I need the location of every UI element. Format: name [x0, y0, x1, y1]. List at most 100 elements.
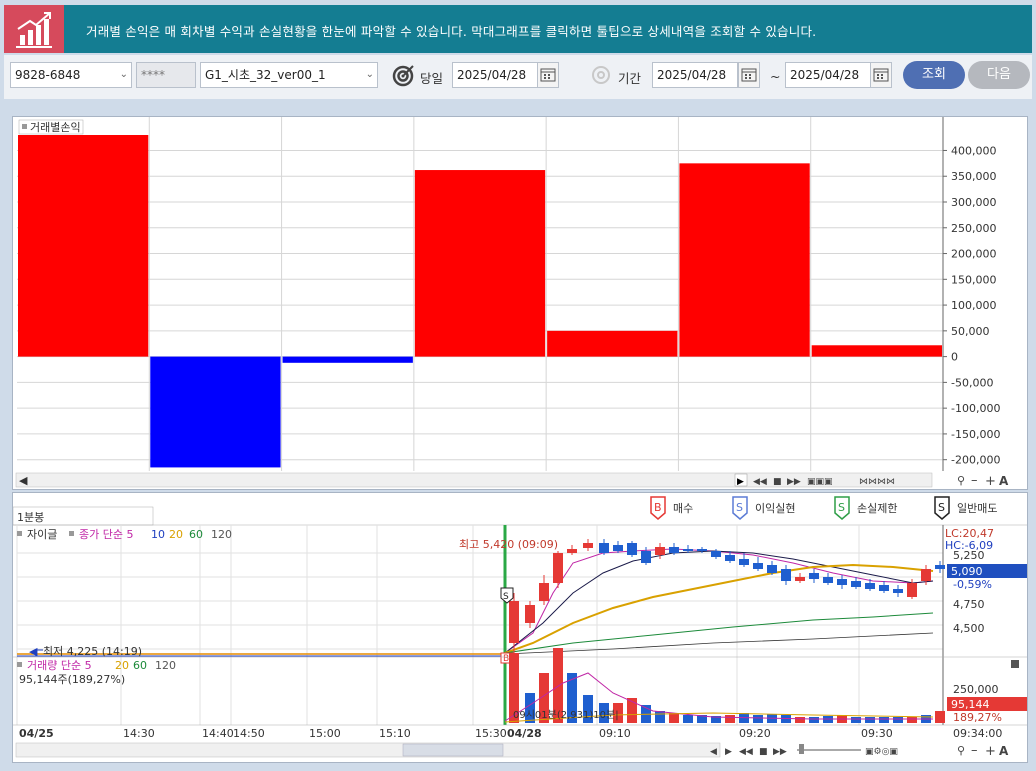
auto-scale-icon[interactable]: A — [999, 474, 1009, 488]
y-tick-label: -50,000 — [951, 376, 993, 389]
period-radio[interactable] — [592, 66, 610, 84]
close-panel-icon[interactable] — [1011, 660, 1019, 668]
auto-scale-icon[interactable]: A — [999, 744, 1009, 758]
search-button[interactable]: 조회 — [903, 61, 965, 89]
candle-body[interactable] — [567, 549, 577, 553]
first-icon[interactable]: ◀◀ — [753, 477, 767, 487]
candle-body[interactable] — [655, 547, 665, 555]
today-radio-target-icon[interactable] — [392, 63, 414, 87]
tool-icon[interactable]: ▣⚙◎▣ — [865, 747, 898, 757]
candle-body[interactable] — [781, 569, 791, 581]
calendar-icon[interactable] — [870, 62, 892, 88]
zoom-out-icon[interactable]: – — [971, 743, 978, 758]
pnl-bar[interactable] — [414, 170, 546, 357]
vol-current: 95,144 — [951, 698, 990, 711]
candle-body[interactable] — [683, 549, 693, 551]
candle-body[interactable] — [837, 579, 847, 585]
pnl-bar[interactable] — [679, 163, 810, 357]
draw-tools-icon[interactable]: ⋈⋈⋈⋈ — [859, 477, 895, 487]
password-field[interactable]: **** — [136, 62, 196, 88]
candle-body[interactable] — [509, 601, 519, 643]
zoom-search-icon[interactable]: ⚲ — [957, 474, 965, 487]
tool-icon[interactable]: ▣▣▣ — [807, 477, 833, 487]
next-button[interactable]: 다음 — [968, 61, 1030, 89]
volume-bar — [753, 715, 763, 723]
candle-body[interactable] — [921, 569, 931, 581]
candle-body[interactable] — [935, 565, 945, 569]
candle-body[interactable] — [583, 543, 593, 548]
candle-body[interactable] — [697, 549, 707, 551]
y-tick-label: 100,000 — [951, 299, 997, 312]
strategy-select[interactable]: G1_시초_32_ver00_1 ⌄ — [200, 62, 378, 88]
volume-bar — [683, 715, 693, 723]
candle-body[interactable] — [851, 581, 861, 587]
last-icon[interactable]: ▶▶ — [787, 477, 801, 487]
low-label: 최저 4,225 (14:19) — [43, 645, 142, 658]
scroll-right-icon[interactable]: ▶ — [725, 747, 732, 757]
candle-body[interactable] — [725, 555, 735, 561]
zoom-slider[interactable] — [799, 744, 804, 754]
candle-body[interactable] — [539, 583, 549, 601]
calendar-icon[interactable] — [738, 62, 760, 88]
candle-body[interactable] — [893, 589, 903, 593]
pnl-bar[interactable] — [547, 330, 678, 357]
scroll-right-icon[interactable]: ◀ — [710, 747, 717, 757]
from-date-input[interactable]: 2025/04/28 — [652, 62, 738, 88]
time-label: 15:10 — [379, 727, 411, 740]
ma10-label: 10 — [151, 528, 165, 541]
candle-body[interactable] — [599, 543, 609, 553]
ma60-line — [504, 612, 934, 654]
stop-icon[interactable]: ■ — [759, 747, 768, 757]
from-date-value: 2025/04/28 — [657, 68, 727, 82]
pnl-chart[interactable]: 400,000 350,000 300,000 250,000 200,000 150,0… — [13, 117, 1027, 489]
candle-body[interactable] — [669, 547, 679, 553]
volume-bar — [823, 716, 833, 723]
zoom-in-icon[interactable]: + — [985, 474, 996, 489]
candle-body[interactable] — [767, 565, 777, 573]
to-date-input[interactable]: 2025/04/28 — [785, 62, 871, 88]
scroll-thumb[interactable] — [402, 743, 504, 757]
vol-ma120-label: 120 — [155, 659, 176, 672]
pnl-bar[interactable] — [150, 356, 281, 468]
candle-body[interactable] — [613, 545, 623, 551]
calendar-icon[interactable] — [537, 62, 559, 88]
signal-legend-item: B 매수 — [650, 496, 693, 520]
pnl-bar[interactable] — [18, 135, 149, 357]
volume-bar — [893, 717, 903, 723]
pnl-bar[interactable] — [811, 345, 942, 357]
candle-body[interactable] — [627, 543, 637, 555]
candle-body[interactable] — [795, 577, 805, 581]
candle-body[interactable] — [823, 577, 833, 583]
signal-badge-letter: S — [736, 501, 743, 514]
volume-bar — [935, 711, 945, 723]
candle-body[interactable] — [809, 573, 819, 579]
zoom-in-icon[interactable]: + — [985, 744, 996, 759]
price-tick: 4,500 — [953, 622, 985, 635]
first-icon[interactable]: ◀◀ — [739, 747, 753, 757]
zoom-out-icon[interactable]: – — [971, 473, 978, 488]
candle-body[interactable] — [907, 583, 917, 597]
today-date-input[interactable]: 2025/04/28 — [452, 62, 538, 88]
stop-icon[interactable]: ■ — [773, 477, 782, 487]
signal-legend: B 매수 S 이익실현 S 손실제한 S 일반매도 — [650, 496, 997, 520]
signal-label: 손실제한 — [857, 502, 897, 515]
candle-body[interactable] — [879, 585, 889, 591]
candle-body[interactable] — [553, 553, 563, 583]
time-label: 09:30 — [861, 727, 893, 740]
zoom-search-icon[interactable]: ⚲ — [957, 744, 965, 757]
last-icon[interactable]: ▶▶ — [773, 747, 787, 757]
candle-body[interactable] — [753, 563, 763, 569]
candle-hscrollbar[interactable] — [15, 742, 721, 758]
time-label: 04/28 — [507, 727, 542, 740]
candle-body[interactable] — [739, 559, 749, 565]
candle-body[interactable] — [525, 605, 535, 623]
candle-body[interactable] — [865, 583, 875, 589]
account-select[interactable]: 9828-6848 ⌄ — [10, 62, 132, 88]
pnl-bar[interactable] — [282, 356, 413, 363]
candle-body[interactable] — [641, 551, 651, 563]
scroll-right-icon[interactable]: ▶ — [737, 477, 744, 487]
scroll-left-icon[interactable]: ◀ — [19, 474, 28, 487]
candle-body[interactable] — [711, 551, 721, 557]
ma120-label: 120 — [211, 528, 232, 541]
volume-bar — [795, 717, 805, 723]
